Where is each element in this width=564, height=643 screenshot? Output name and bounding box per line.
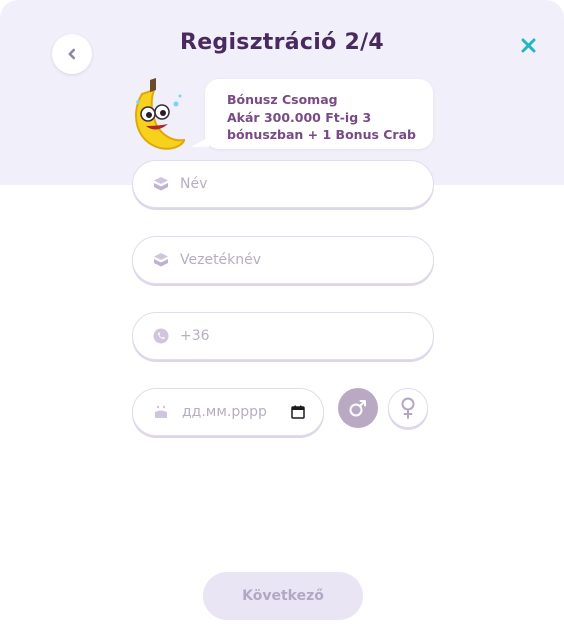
first-name-input[interactable] xyxy=(178,175,433,193)
page-title: Regisztráció 2/4 xyxy=(179,30,385,55)
last-name-input[interactable] xyxy=(178,251,433,269)
registration-modal: Regisztráció 2/4 Bónusz Csomag Akár 300.… xyxy=(0,0,564,643)
phone-input[interactable] xyxy=(178,327,433,345)
bonus-speech-bubble: Bónusz Csomag Akár 300.000 Ft-ig 3 bónus… xyxy=(191,79,433,149)
birthdate-field[interactable]: дд.мм.рррр xyxy=(132,388,324,436)
gender-female-button[interactable] xyxy=(388,388,428,428)
birthdate-placeholder: дд.мм.рррр xyxy=(182,404,267,420)
phone-field[interactable] xyxy=(132,312,434,360)
male-icon xyxy=(348,398,368,418)
bonus-line: bónuszban + 1 Bonus Crab xyxy=(227,127,416,142)
close-icon xyxy=(521,38,536,53)
user-card-icon xyxy=(153,176,169,192)
bonus-title: Bónusz Csomag xyxy=(227,92,338,107)
close-button[interactable] xyxy=(516,33,540,57)
female-icon xyxy=(398,397,418,419)
user-card-icon xyxy=(153,252,169,268)
next-button[interactable]: Következő xyxy=(203,572,363,620)
first-name-field[interactable] xyxy=(132,160,434,208)
last-name-field[interactable] xyxy=(132,236,434,284)
cake-icon xyxy=(153,404,169,420)
gender-male-button[interactable] xyxy=(338,388,378,428)
banana-mascot xyxy=(128,74,190,152)
phone-icon xyxy=(153,328,169,344)
calendar-icon[interactable] xyxy=(291,405,305,419)
bonus-line: Akár 300.000 Ft-ig 3 xyxy=(227,109,372,125)
